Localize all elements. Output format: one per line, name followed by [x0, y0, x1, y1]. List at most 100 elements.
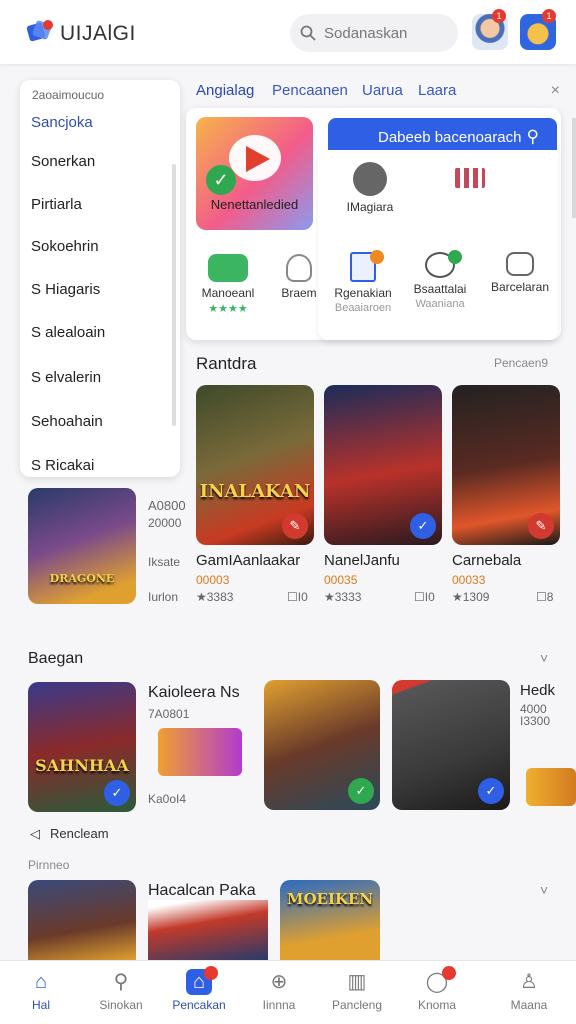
- game-meta: Iksate: [148, 555, 181, 569]
- game-logo-image: [526, 768, 576, 806]
- game-meta: 00033: [452, 573, 486, 587]
- bottom-navigation: ⌂ Hal ⚲ Sinokan ⌂ Pencakan ⊕ Iinnna ▥ Pa…: [0, 960, 576, 1024]
- chevron-down-icon[interactable]: ˅: [540, 650, 548, 666]
- row-link[interactable]: Rencleam: [50, 826, 109, 841]
- search-icon: [300, 25, 316, 41]
- featured-label: Nenettanledied: [210, 197, 299, 212]
- user-icon: ♙: [520, 971, 538, 993]
- game-badge-icon: ✓: [104, 780, 130, 806]
- game-name: Carnebala: [452, 552, 522, 569]
- game-card[interactable]: SAHNHAA ✓: [28, 682, 136, 812]
- dropdown-item[interactable]: Sokoehrin: [31, 238, 99, 255]
- top-app-bar: UIJAlGI Sodanaskan 1 1: [0, 0, 576, 64]
- plus-circle-icon: ⊕: [270, 971, 288, 993]
- nav-label: Pancleng: [331, 998, 383, 1012]
- nav-pencakan[interactable]: ⌂ Pencakan: [164, 969, 234, 1012]
- game-logo-image: [158, 728, 242, 776]
- menu-item-bsaattalai[interactable]: Bsaattalai Waaniana: [405, 252, 475, 310]
- tab-2[interactable]: Pencaanen: [272, 82, 348, 99]
- dropdown-item[interactable]: S Hiagaris: [31, 281, 100, 298]
- menu-item-imagiara[interactable]: IMagiara: [335, 162, 405, 214]
- dropdown-item[interactable]: Sehoahain: [31, 413, 103, 430]
- game-meta: 00003: [196, 573, 230, 587]
- game-card[interactable]: ✎: [452, 385, 560, 545]
- game-badge-icon: ✓: [478, 778, 504, 804]
- close-icon[interactable]: ×: [551, 82, 560, 100]
- menu-badge: [370, 250, 384, 264]
- nav-map[interactable]: ▥ Pancleng: [322, 969, 392, 1012]
- tab-1[interactable]: Angialag: [196, 82, 254, 99]
- game-card[interactable]: DRAGONE: [28, 488, 136, 604]
- menu-item-label: Barcelaran: [490, 280, 550, 294]
- game-name: Kaioleera Ns: [148, 684, 240, 701]
- menu-item-rgenakian[interactable]: Rgenakian Beaaiaroen: [328, 252, 398, 314]
- menu-item-grid[interactable]: [440, 168, 500, 192]
- wallet-icon: [208, 254, 248, 282]
- dropdown-item[interactable]: S elvalerin: [31, 369, 101, 386]
- dropdown-item[interactable]: S alealoain: [31, 324, 105, 341]
- game-extra: ☐I0: [414, 590, 435, 604]
- app-name: UIJAlGI: [60, 22, 136, 45]
- game-card[interactable]: ✓: [324, 385, 442, 545]
- dropdown-heading: 2aoaimoucuo: [32, 88, 105, 102]
- search-placeholder: Sodanaskan: [324, 24, 408, 42]
- nav-label: Knoma: [417, 998, 457, 1012]
- game-meta: Ka0oI4: [148, 792, 187, 806]
- game-meta: 7A0801: [148, 707, 190, 721]
- chevron-down-icon[interactable]: ˅: [540, 882, 548, 898]
- game-rating: ★3383: [196, 590, 234, 604]
- home-icon: ⌂: [34, 971, 48, 993]
- dropdown-scrollbar[interactable]: [172, 164, 176, 426]
- nav-label: Sinokan: [99, 998, 143, 1012]
- game-card[interactable]: MOEIKEN: [280, 880, 380, 960]
- menu-item-label: IMagiara: [346, 200, 394, 214]
- featured-app-tile[interactable]: ✓ Nenettanledied: [196, 117, 313, 230]
- nav-label: Iinnna: [262, 998, 296, 1012]
- search-icon: ⚲: [526, 127, 539, 146]
- play-icon: [246, 146, 270, 172]
- user-icon: [286, 254, 312, 282]
- dropdown-item[interactable]: Pirtiarla: [31, 196, 82, 213]
- game-name: GamIAanlaakar: [196, 552, 301, 569]
- game-card[interactable]: ✓: [264, 680, 380, 810]
- tab-3[interactable]: Uarua: [362, 82, 403, 99]
- nav-label: Maana: [510, 998, 548, 1012]
- game-rating: ★1309: [452, 590, 490, 604]
- nav-add[interactable]: ⊕ Iinnna: [244, 969, 314, 1012]
- nav-search[interactable]: ⚲ Sinokan: [86, 969, 156, 1012]
- section-title: Rantdra: [196, 354, 257, 373]
- share-icon[interactable]: ◁: [30, 826, 40, 842]
- side-peek-card: [572, 118, 576, 218]
- section-title: Baegan: [28, 650, 84, 667]
- menu-item-label: Bsaattalai: [413, 282, 467, 296]
- game-meta: Iurlon: [148, 590, 179, 604]
- game-name: NanelJanfu: [324, 552, 400, 569]
- game-card[interactable]: INALAKAN ✎: [196, 385, 314, 545]
- game-meta: I3300: [520, 714, 551, 728]
- game-meta: 20000: [148, 516, 182, 530]
- game-meta: 00035: [324, 573, 358, 587]
- tab-4[interactable]: Laara: [418, 82, 456, 99]
- category-tabs: Angialag Pencaanen Uarua Laara ×: [196, 82, 566, 104]
- game-badge-icon: ✓: [348, 778, 374, 804]
- game-card[interactable]: ✓: [392, 680, 510, 810]
- category-dropdown: 2aoaimoucuo Sancjoka Sonerkan Pirtiarla …: [20, 80, 180, 477]
- dropdown-item[interactable]: Sonerkan: [31, 153, 95, 170]
- section-title: Pirnneo: [28, 858, 70, 872]
- menu-item-barcelaran[interactable]: Barcelaran: [484, 252, 556, 294]
- nav-profile[interactable]: ♙ Maana: [494, 969, 564, 1012]
- nav-home[interactable]: ⌂ Hal: [6, 969, 76, 1012]
- search-input[interactable]: Sodanaskan: [290, 14, 458, 52]
- dropdown-item[interactable]: Sancjoka: [31, 114, 93, 131]
- menu-item-braem[interactable]: Braem: [274, 254, 324, 300]
- game-meta: A0800: [148, 498, 186, 513]
- check-icon: ✓: [206, 165, 236, 195]
- game-card[interactable]: [28, 880, 136, 960]
- dropdown-item[interactable]: S Ricakai: [31, 457, 94, 474]
- game-art-title: DRAGONE: [49, 572, 115, 585]
- section-more-link[interactable]: Pencaen9: [494, 356, 548, 370]
- app-screen: { "header":{"app_name":"UIJAlGI","search…: [0, 0, 576, 1024]
- nav-chat[interactable]: ◯ Knoma: [402, 969, 472, 1012]
- game-badge-icon: ✓: [410, 513, 436, 539]
- menu-item-manoeanl[interactable]: Manoeanl ★★★★: [196, 254, 260, 315]
